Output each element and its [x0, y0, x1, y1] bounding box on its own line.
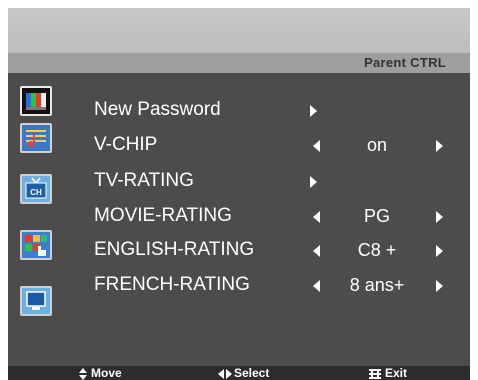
- arrow-right-icon[interactable]: [310, 105, 317, 117]
- arrow-left-icon[interactable]: [313, 245, 320, 257]
- menu-item-value: 8 ans+: [349, 275, 405, 295]
- menu-item-label: TV-RATING: [94, 170, 194, 191]
- menu-item-new-password[interactable]: New Password: [8, 97, 470, 123]
- menu-item-tv-rating[interactable]: TV-RATING: [8, 168, 470, 194]
- select-hint: Select: [234, 366, 270, 380]
- move-hint: Move: [91, 366, 122, 380]
- leftright-arrow-icon: [218, 367, 232, 380]
- arrow-right-icon[interactable]: [436, 280, 443, 292]
- menu-item-value: C8 +: [357, 240, 397, 260]
- menu-item-label: MOVIE-RATING: [94, 205, 232, 226]
- menu-item-value: PG: [363, 206, 390, 226]
- arrow-right-icon[interactable]: [436, 211, 443, 223]
- menu-item-movie-rating[interactable]: MOVIE-RATING PG: [8, 203, 470, 229]
- arrow-right-icon[interactable]: [436, 140, 443, 152]
- osd-menu: Parent CTRL CH New Password V-CHIP on TV…: [8, 8, 470, 380]
- menu-item-label: New Password: [94, 99, 221, 120]
- exit-hint: Exit: [385, 366, 408, 380]
- arrow-left-icon[interactable]: [313, 280, 320, 292]
- menu-item-label: FRENCH-RATING: [94, 274, 250, 295]
- arrow-left-icon[interactable]: [313, 140, 320, 152]
- menu-key-icon: [369, 367, 381, 380]
- arrow-left-icon[interactable]: [313, 211, 320, 223]
- menu-item-value: on: [366, 135, 388, 155]
- parent-ctrl-menu: New Password V-CHIP on TV-RATING MOVIE-R…: [8, 8, 470, 380]
- menu-item-french-rating[interactable]: FRENCH-RATING 8 ans+: [8, 272, 470, 298]
- arrow-right-icon[interactable]: [436, 245, 443, 257]
- footer-hints: Move Select Exit: [8, 366, 470, 380]
- menu-item-english-rating[interactable]: ENGLISH-RATING C8 +: [8, 237, 470, 263]
- menu-item-v-chip[interactable]: V-CHIP on: [8, 132, 470, 158]
- menu-item-label: V-CHIP: [94, 134, 158, 155]
- arrow-right-icon[interactable]: [310, 176, 317, 188]
- updown-arrow-icon: [78, 367, 88, 380]
- menu-item-label: ENGLISH-RATING: [94, 239, 255, 260]
